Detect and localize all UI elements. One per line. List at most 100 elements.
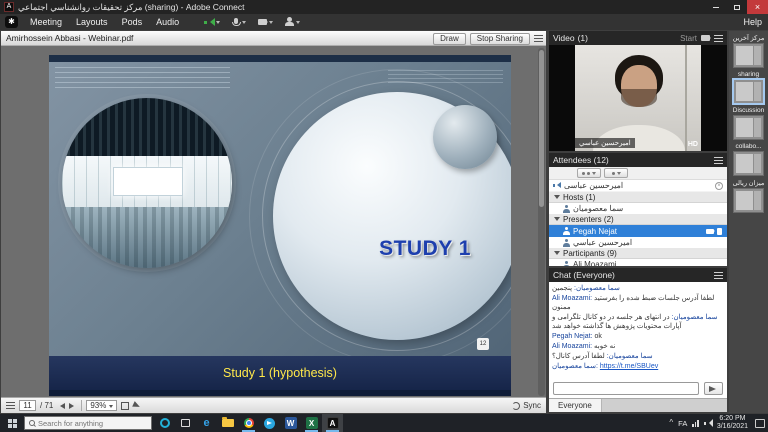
edge-button[interactable]: e [196,414,217,432]
layout-thumbnail[interactable] [733,151,764,176]
zoom-dropdown[interactable]: 93% [86,400,117,411]
chat-input[interactable] [553,382,699,395]
tray-date: 3/16/2021 [717,423,748,432]
send-icon [709,386,719,392]
maximize-button[interactable] [726,0,747,14]
thumbnails-icon[interactable] [6,402,15,409]
group-presenters[interactable]: Presenters (2) [549,214,727,225]
pod-options-icon[interactable] [714,157,723,164]
attendee-row[interactable]: سما معصومیان [549,203,727,214]
attendees-pod: Attendees (12) امیرحسین عباسی × Hosts (1… [549,153,727,266]
file-explorer-button[interactable] [217,414,238,432]
edge-icon: e [203,418,209,429]
chrome-icon [244,418,254,428]
layout-item-discussion[interactable]: Discussion [729,107,768,140]
menu-meeting[interactable]: Meeting [23,14,69,30]
cortana-icon [160,418,170,428]
webcam-feed: اميرحسين عباسي HD [575,45,701,151]
layout-thumbnail[interactable] [733,115,764,140]
send-message-button[interactable] [704,382,723,395]
network-icon[interactable] [692,420,699,427]
layout-item[interactable]: میزان ریالی [729,179,768,213]
hidden-icons-button[interactable]: ^ [669,419,673,427]
fullscreen-icon[interactable] [121,402,129,410]
telegram-button[interactable] [259,414,280,432]
chat-text: پنجمین [552,285,572,292]
language-indicator[interactable]: FA [678,419,687,428]
pod-options-icon[interactable] [714,272,723,279]
attendee-row-selected[interactable]: Pegah Nejat [549,225,727,237]
help-menu[interactable]: Help [743,17,762,27]
minimize-button[interactable] [705,0,726,14]
previous-page-icon[interactable] [57,403,65,409]
scrollbar-thumb[interactable] [539,50,544,207]
adobe-connect-taskbar-button[interactable]: A [322,414,343,432]
chrome-button[interactable] [238,414,259,432]
layout-item[interactable]: مرکز آخرین [729,34,768,68]
menu-audio[interactable]: Audio [149,14,186,30]
attendee-view-button[interactable] [577,168,601,178]
menu-pods[interactable]: Pods [115,14,150,30]
attendee-row[interactable]: اميرحسين عباسي [549,237,727,248]
layout-label: میزان ریالی [729,179,768,187]
taskbar-clock[interactable]: 6:20 PM 3/16/2021 [717,415,748,432]
share-toolbar: 11 / 71 93% Sync [1,397,546,413]
webcam-icon[interactable] [701,35,710,41]
chat-message: Ali Moazami: لطفا آدرس جلسات ضبط شده را … [552,294,724,312]
next-page-icon[interactable] [69,403,77,409]
start-button[interactable] [0,414,24,432]
start-webcam-button[interactable]: Start [680,34,697,43]
person-icon [287,17,292,22]
search-input[interactable] [38,419,138,428]
active-speaker-row[interactable]: امیرحسین عباسی × [549,180,727,192]
stop-sharing-button[interactable]: Stop Sharing [470,33,530,45]
layout-label: collabo... [729,143,768,150]
photo-skylight [62,156,232,207]
task-view-button[interactable] [175,414,196,432]
taskbar-search[interactable] [24,416,152,430]
action-center-icon[interactable] [755,419,765,428]
share-pod-title: Amirhossein Abbasi - Webinar.pdf [1,33,133,43]
menu-layouts[interactable]: Layouts [69,14,115,30]
window-controls: × [705,0,768,14]
layout-item-sharing[interactable]: sharing [729,71,768,104]
chevron-down-icon [242,21,246,26]
layout-thumbnail[interactable] [733,188,764,213]
pointer-icon[interactable] [133,401,145,411]
draw-button[interactable]: Draw [433,33,466,45]
pod-options-icon[interactable] [534,35,543,42]
group-participants[interactable]: Participants (9) [549,248,727,259]
status-view-button[interactable] [604,168,628,178]
share-pod-actions: Draw Stop Sharing [433,32,543,45]
close-button[interactable]: × [747,0,768,14]
speaker-button[interactable] [202,16,222,29]
page-number-input[interactable]: 11 [19,400,36,411]
video-pod: Video (1) Start اميرحسين عباسي HD [549,31,727,151]
chat-sender: Ali Moazami: [552,295,592,302]
cortana-button[interactable] [154,414,175,432]
layout-thumbnail[interactable] [733,79,764,104]
chat-text: در انتهای هر جلسه در دو کانال تلگرامی و … [552,314,681,330]
share-scrollbar[interactable] [538,48,545,396]
tab-everyone[interactable]: Everyone [549,399,602,412]
microphone-button[interactable] [230,16,248,29]
pod-options-icon[interactable] [714,35,723,42]
attendee-row[interactable]: Ali Moazami [549,259,727,266]
sync-control[interactable]: Sync [512,401,541,410]
telegram-icon [264,418,275,429]
excel-button[interactable]: X [301,414,322,432]
chat-sender: سما معصومیان: [607,353,653,360]
people-icon [582,172,585,175]
word-button[interactable]: W [280,414,301,432]
attendee-row-icons [706,228,722,235]
layout-item-collaboration[interactable]: collabo... [729,143,768,176]
chat-link[interactable]: https://t.me/SBUev [600,363,658,370]
volume-icon[interactable] [704,419,712,427]
status-button[interactable] [283,16,302,29]
layout-thumbnail[interactable] [733,43,764,68]
dismiss-icon[interactable]: × [715,182,723,190]
attendee-name: Pegah Nejat [573,227,617,236]
webcam-button[interactable] [256,16,275,29]
chevron-down-icon [592,172,596,177]
group-hosts[interactable]: Hosts (1) [549,192,727,203]
